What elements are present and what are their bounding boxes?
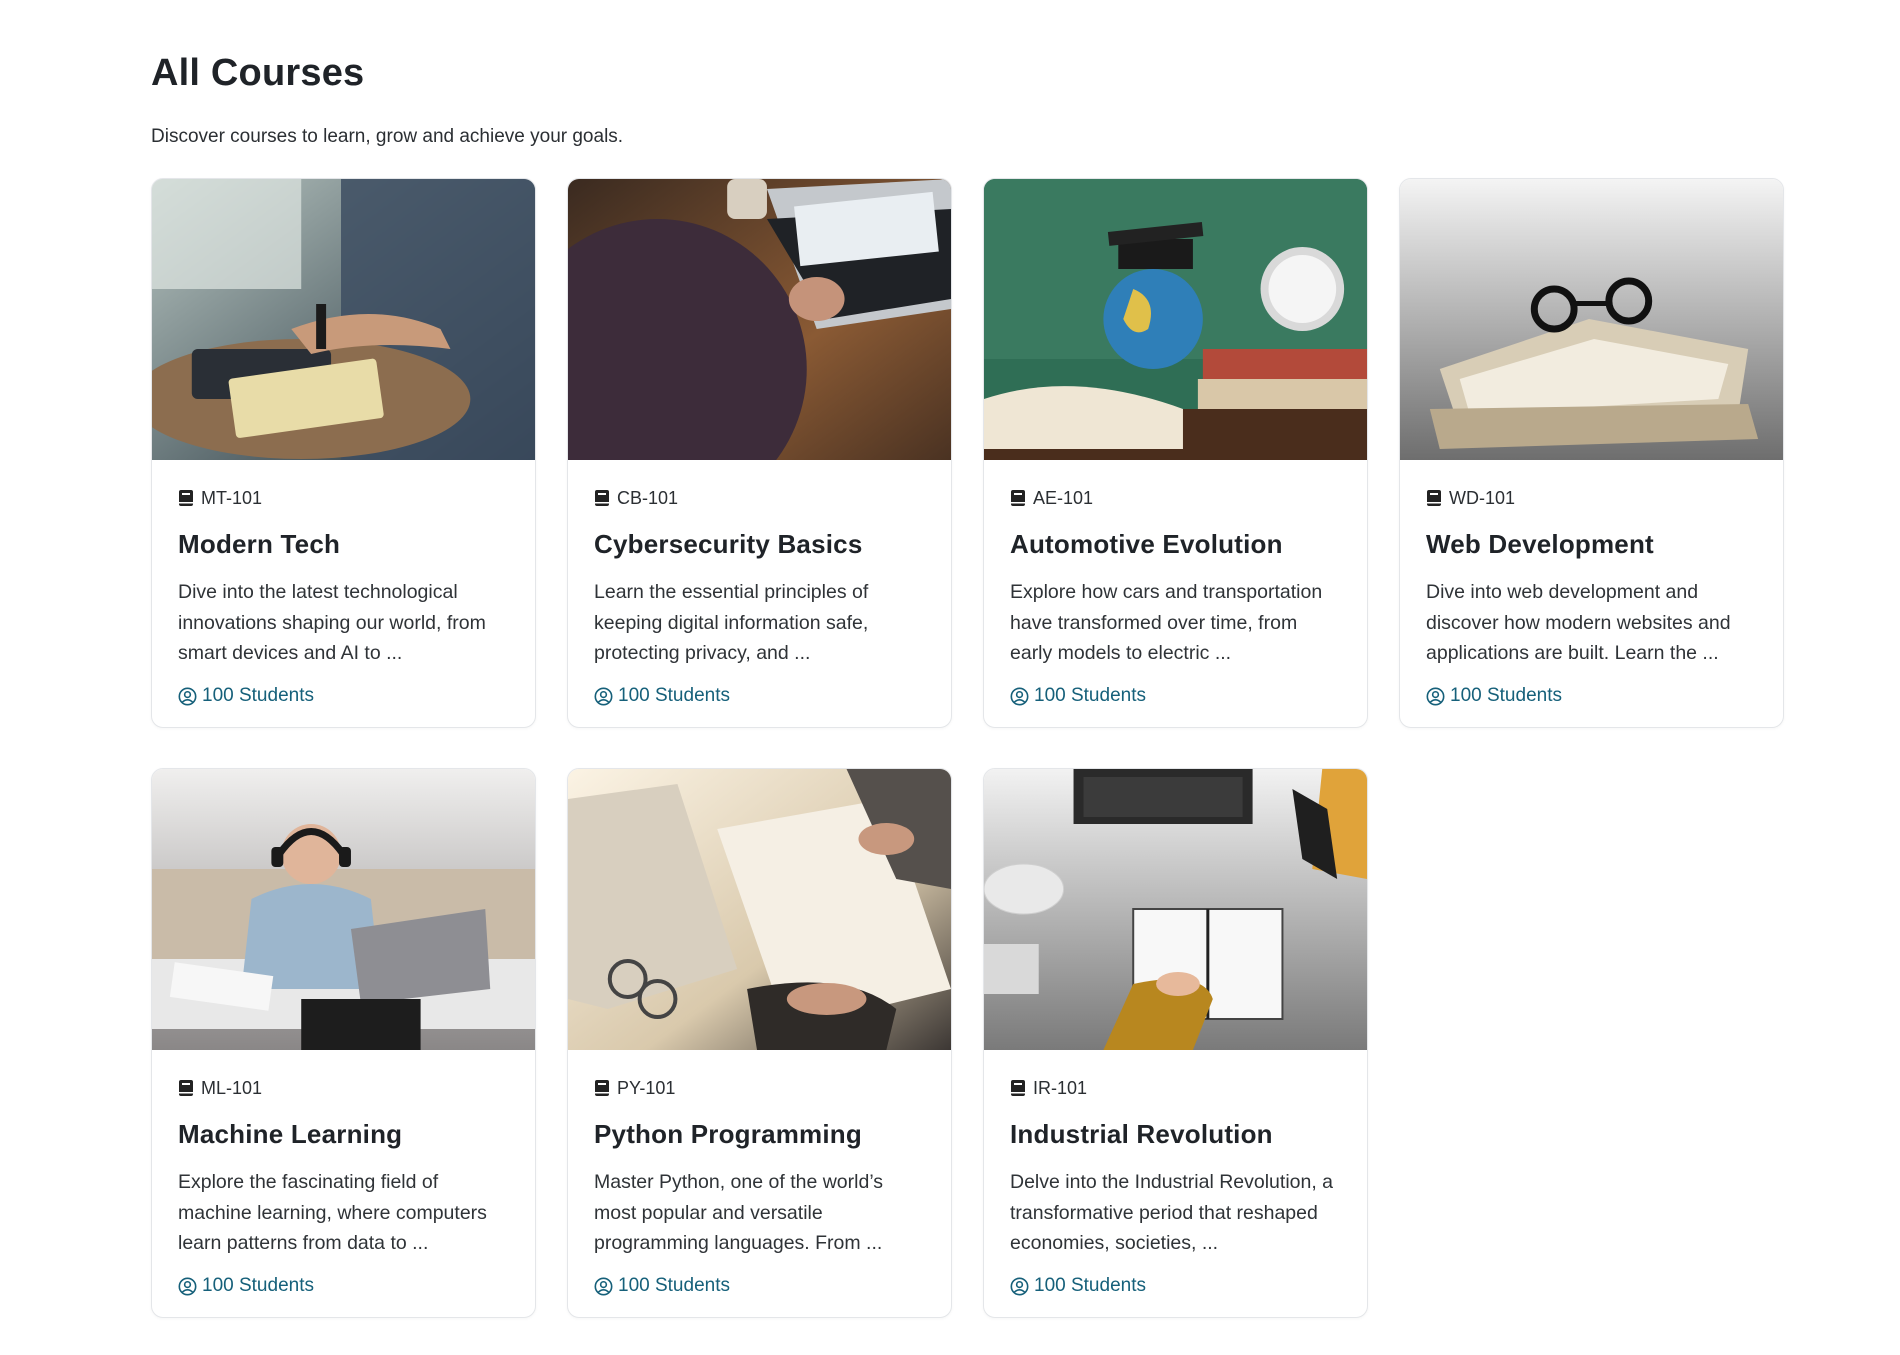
course-code: AE-101 — [1033, 487, 1094, 508]
book-icon — [1427, 490, 1441, 506]
course-description: Dive into web development and discover h… — [1426, 581, 1731, 664]
book-icon — [179, 1080, 193, 1096]
student-count: 100 Students — [594, 685, 925, 707]
course-title[interactable]: Machine Learning — [178, 1119, 509, 1150]
course-thumbnail — [568, 769, 951, 1050]
course-thumbnail — [1400, 179, 1783, 460]
user-circle-icon — [594, 1277, 613, 1295]
course-title[interactable]: Python Programming — [594, 1119, 925, 1150]
course-code: ML-101 — [201, 1077, 263, 1098]
student-count: 100 Students — [1010, 685, 1341, 707]
course-code: MT-101 — [201, 487, 263, 508]
user-circle-icon — [1010, 1277, 1029, 1295]
course-code: IR-101 — [1033, 1077, 1088, 1098]
student-count-label: 100 Students — [1034, 685, 1146, 706]
student-count-label: 100 Students — [618, 685, 730, 706]
course-thumbnail — [152, 769, 535, 1050]
course-thumbnail — [984, 179, 1367, 460]
student-count-label: 100 Students — [202, 685, 314, 706]
book-icon — [1011, 490, 1025, 506]
book-icon — [595, 490, 609, 506]
courses-page: All Courses Discover courses to learn, g… — [151, 52, 1791, 1318]
student-count-label: 100 Students — [1450, 685, 1562, 706]
course-title[interactable]: Cybersecurity Basics — [594, 529, 925, 560]
course-grid: MT-101 Modern Tech Dive into the latest … — [151, 178, 1791, 1318]
course-card-py-101[interactable]: PY-101 Python Programming Master Python,… — [567, 768, 952, 1318]
course-description: Explore the fascinating field of machine… — [178, 1171, 487, 1254]
book-icon — [179, 490, 193, 506]
course-description: Dive into the latest technological innov… — [178, 581, 486, 664]
student-count: 100 Students — [1426, 685, 1757, 707]
user-circle-icon — [178, 687, 197, 705]
student-count: 100 Students — [1010, 1275, 1341, 1297]
student-count-label: 100 Students — [618, 1275, 730, 1296]
user-circle-icon — [1426, 687, 1445, 705]
course-code: WD-101 — [1449, 487, 1516, 508]
course-title[interactable]: Industrial Revolution — [1010, 1119, 1341, 1150]
student-count: 100 Students — [178, 1275, 509, 1297]
student-count-label: 100 Students — [202, 1275, 314, 1296]
page-subtitle: Discover courses to learn, grow and achi… — [151, 126, 624, 147]
course-description: Delve into the Industrial Revolution, a … — [1010, 1171, 1334, 1254]
course-code: CB-101 — [617, 487, 679, 508]
course-card-wd-101[interactable]: WD-101 Web Development Dive into web dev… — [1399, 178, 1784, 728]
course-description: Master Python, one of the world’s most p… — [594, 1171, 884, 1254]
course-thumbnail — [568, 179, 951, 460]
course-card-ir-101[interactable]: IR-101 Industrial Revolution Delve into … — [983, 768, 1368, 1318]
student-count-label: 100 Students — [1034, 1275, 1146, 1296]
course-thumbnail — [984, 769, 1367, 1050]
user-circle-icon — [1010, 687, 1029, 705]
user-circle-icon — [178, 1277, 197, 1295]
page-title: All Courses — [151, 52, 365, 94]
user-circle-icon — [594, 687, 613, 705]
course-title[interactable]: Modern Tech — [178, 529, 509, 560]
course-description: Learn the essential principles of keepin… — [594, 581, 869, 664]
student-count: 100 Students — [594, 1275, 925, 1297]
course-code: PY-101 — [617, 1077, 676, 1098]
book-icon — [595, 1080, 609, 1096]
book-icon — [1011, 1080, 1025, 1096]
course-card-ml-101[interactable]: ML-101 Machine Learning Explore the fasc… — [151, 768, 536, 1318]
course-title[interactable]: Web Development — [1426, 529, 1757, 560]
course-card-cb-101[interactable]: CB-101 Cybersecurity Basics Learn the es… — [567, 178, 952, 728]
course-title[interactable]: Automotive Evolution — [1010, 529, 1341, 560]
course-card-ae-101[interactable]: AE-101 Automotive Evolution Explore how … — [983, 178, 1368, 728]
course-description: Explore how cars and transportation have… — [1010, 581, 1323, 664]
student-count: 100 Students — [178, 685, 509, 707]
course-thumbnail — [152, 179, 535, 460]
course-card-mt-101[interactable]: MT-101 Modern Tech Dive into the latest … — [151, 178, 536, 728]
